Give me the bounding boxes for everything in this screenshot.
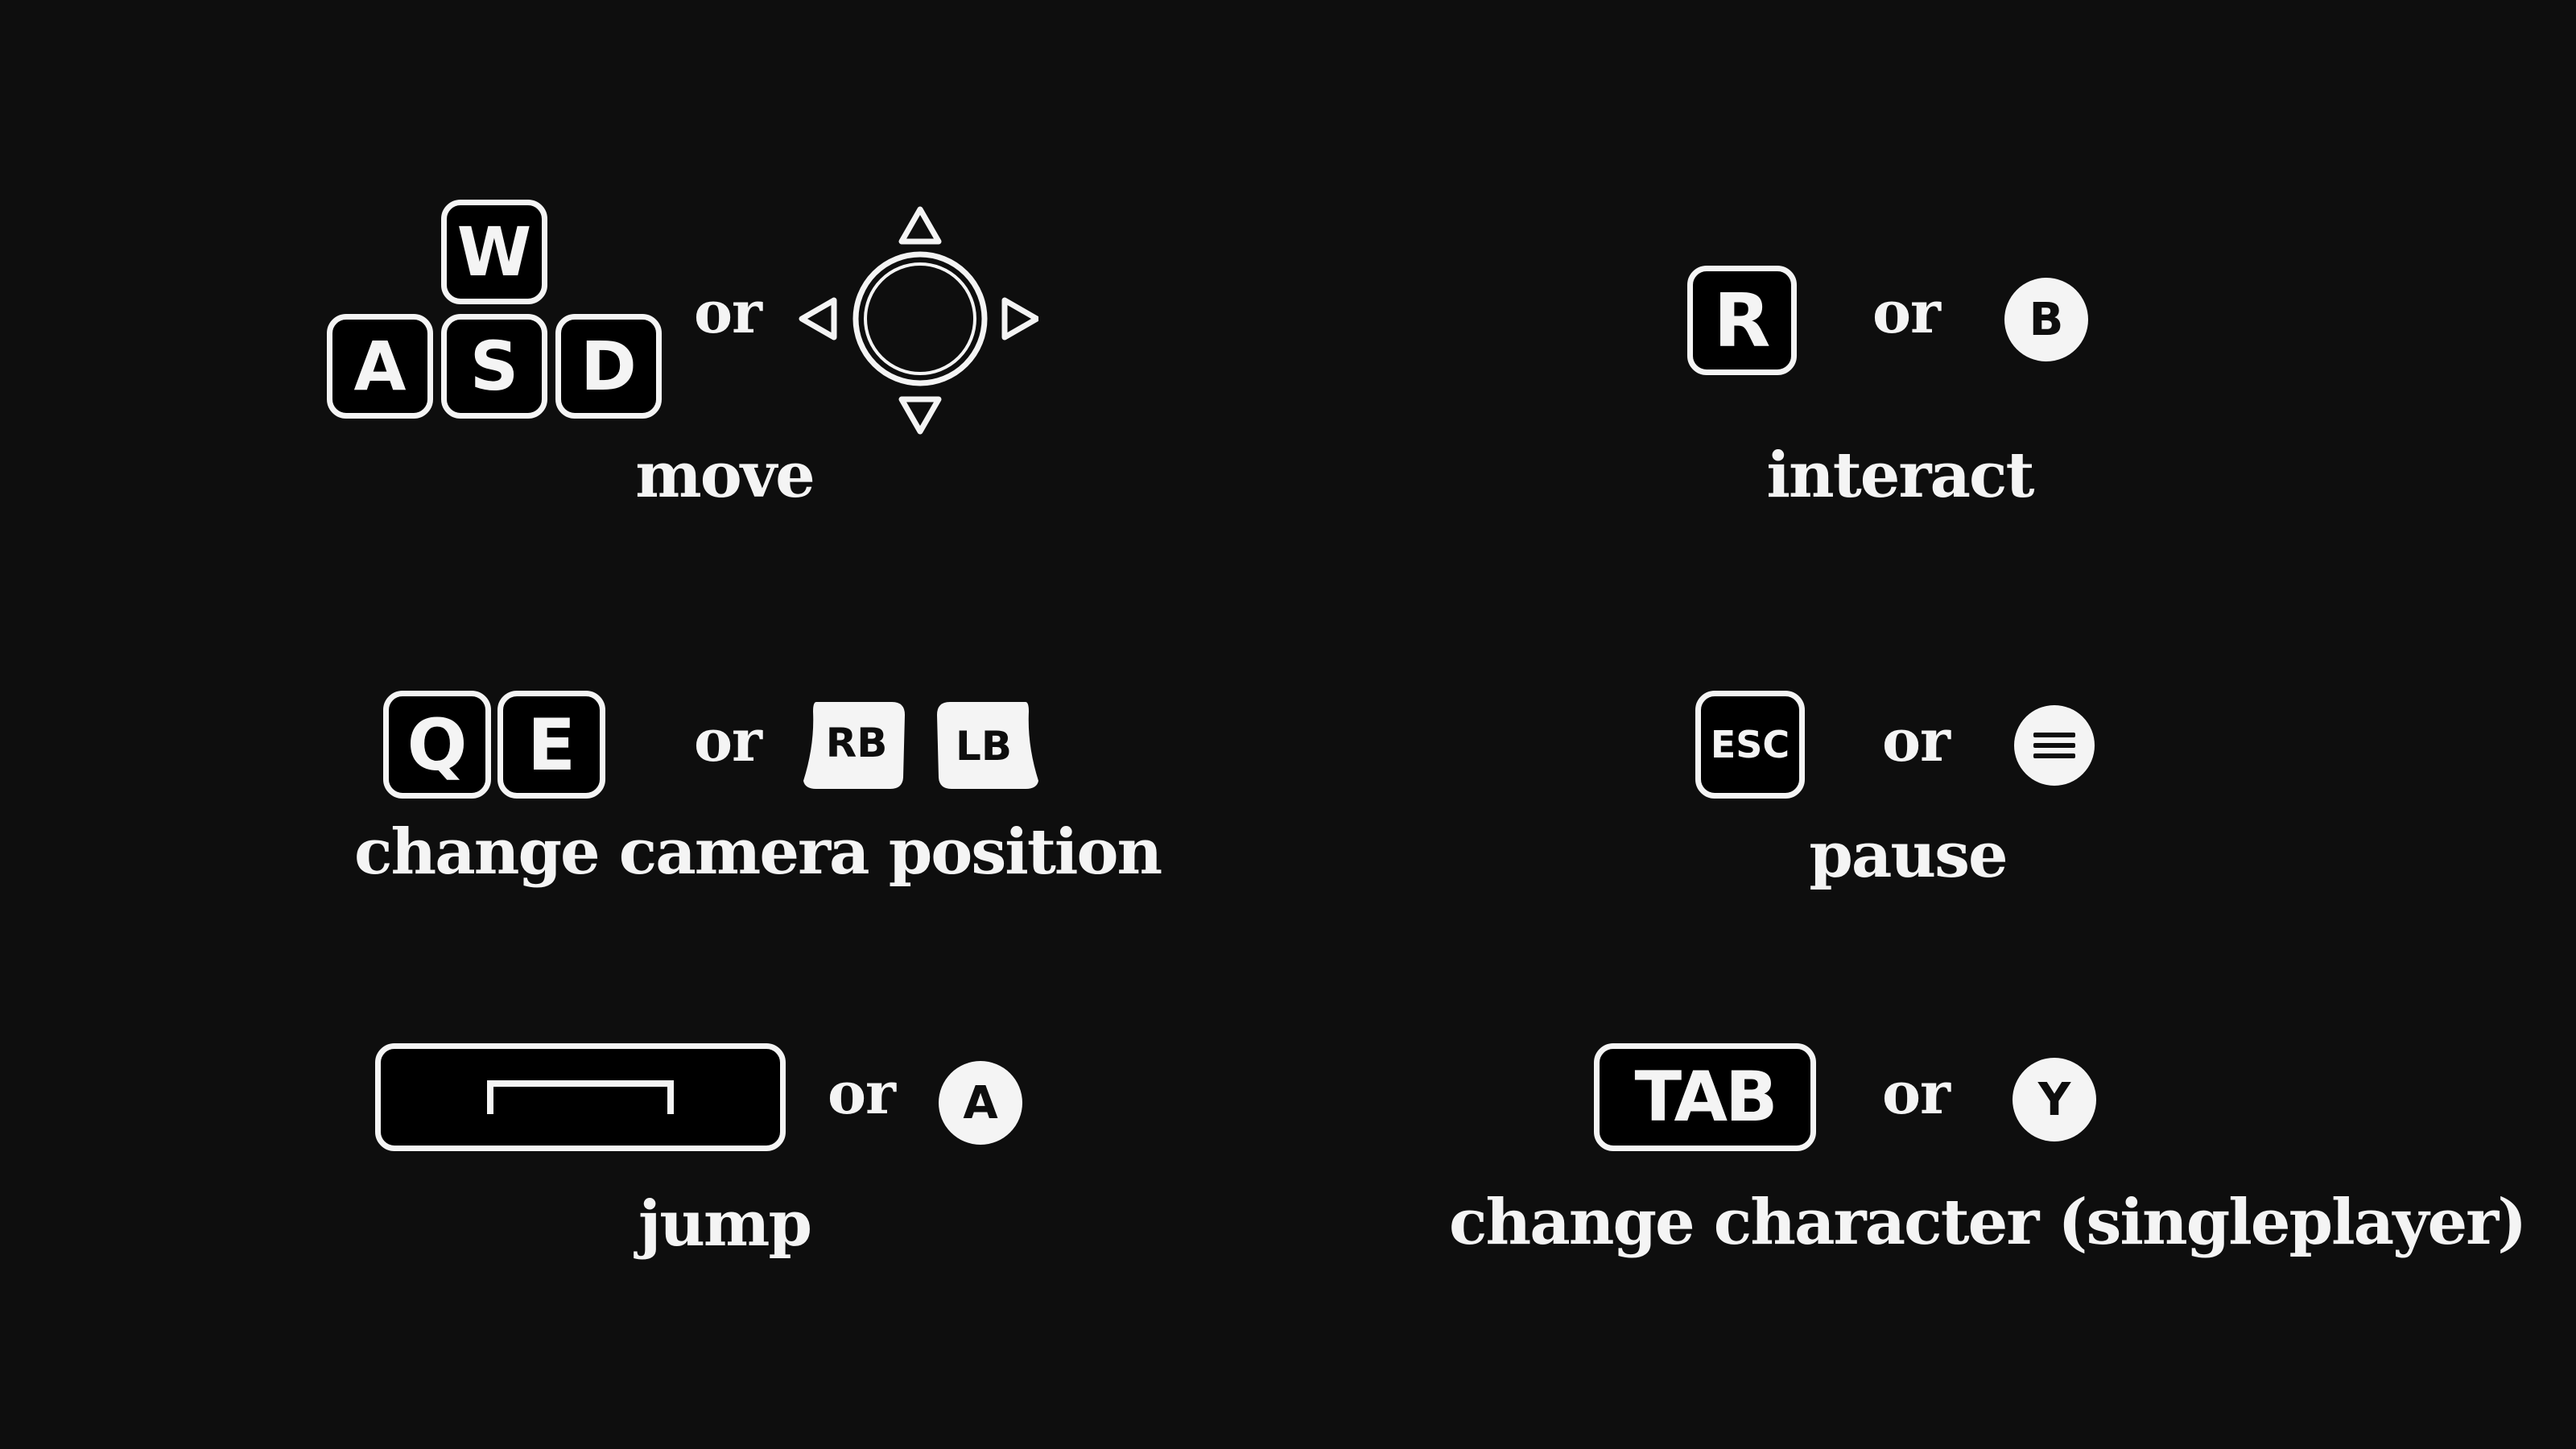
action-label: change camera position xyxy=(354,815,1162,889)
key-w: W xyxy=(441,200,547,304)
key-d: D xyxy=(555,314,662,419)
rb-bumper-icon: RB xyxy=(803,702,905,789)
key-a: A xyxy=(327,314,433,419)
controller-b-button: B xyxy=(2004,278,2088,361)
lb-bumper-icon: LB xyxy=(937,702,1038,789)
rb-label: RB xyxy=(826,720,888,766)
controls-screen: W A S D or move R or B interact Q E or R… xyxy=(0,0,2576,1449)
hamburger-icon xyxy=(2033,733,2075,758)
or-text: or xyxy=(828,1059,896,1127)
or-text: or xyxy=(1882,1059,1951,1127)
action-label: jump xyxy=(638,1187,812,1261)
action-label: change character (singleplayer) xyxy=(1449,1186,2527,1259)
or-text: or xyxy=(694,278,762,346)
spacebar-icon xyxy=(375,1043,786,1151)
lb-label: LB xyxy=(956,723,1012,770)
key-s: S xyxy=(441,314,547,419)
action-label: interact xyxy=(1766,439,2034,512)
controller-y-button: Y xyxy=(2013,1058,2096,1141)
key-e: E xyxy=(497,691,605,799)
key-esc: ESC xyxy=(1695,691,1805,799)
action-label: move xyxy=(635,439,815,512)
key-r: R xyxy=(1687,266,1797,375)
action-label: pause xyxy=(1809,819,2008,892)
key-tab: TAB xyxy=(1594,1043,1816,1151)
space-glyph-icon xyxy=(487,1080,674,1114)
or-text: or xyxy=(1872,278,1941,346)
or-text: or xyxy=(1882,706,1951,774)
key-q: Q xyxy=(383,691,491,799)
controller-a-button: A xyxy=(939,1061,1022,1145)
menu-icon xyxy=(2014,705,2095,786)
left-stick-icon xyxy=(799,206,1038,435)
or-text: or xyxy=(694,706,762,774)
